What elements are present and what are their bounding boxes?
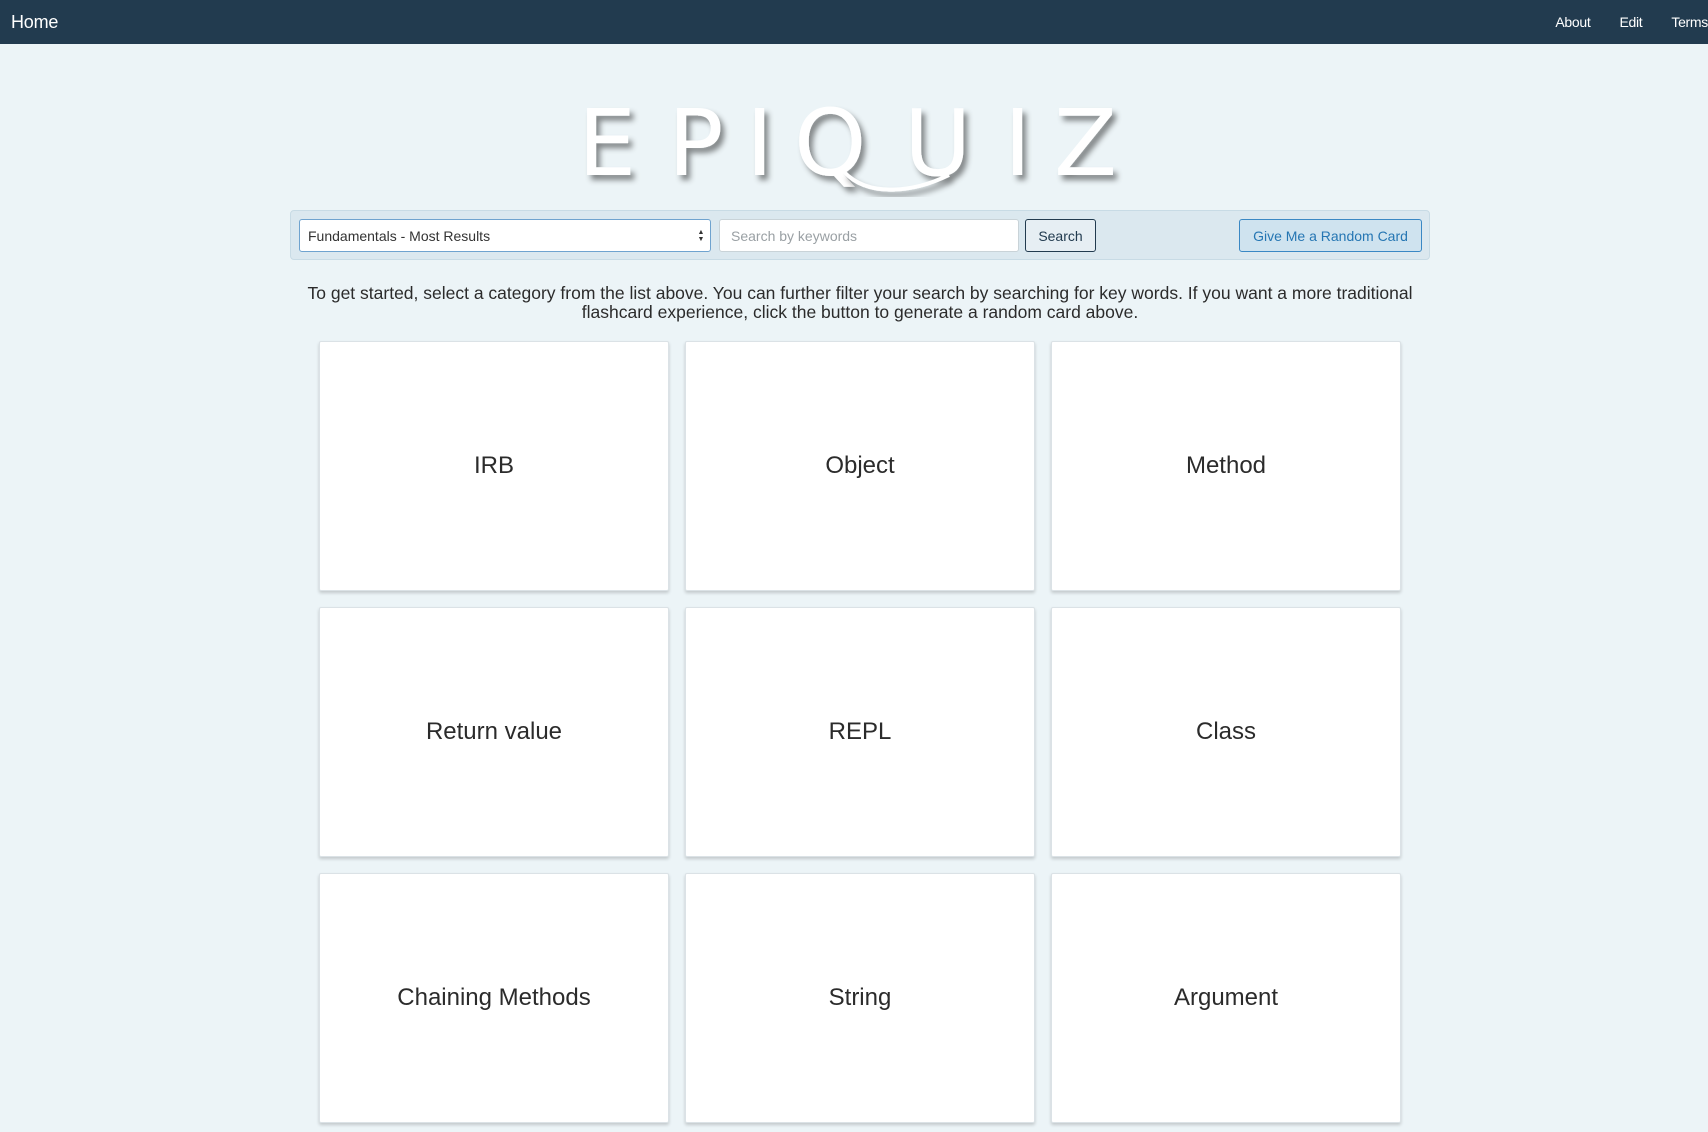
logo-letter-i2: I xyxy=(1004,90,1031,197)
terms-link[interactable]: Terms xyxy=(1671,14,1708,30)
epiquiz-logo: E P I Q U I Z xyxy=(0,80,1708,210)
card-label: Argument xyxy=(1173,984,1279,1011)
about-link[interactable]: About xyxy=(1555,14,1590,30)
card-class[interactable]: Class xyxy=(1051,607,1401,857)
edit-link[interactable]: Edit xyxy=(1619,14,1642,30)
card-chaining-methods[interactable]: Chaining Methods xyxy=(319,873,669,1123)
search-input[interactable] xyxy=(719,219,1019,252)
category-select[interactable]: Fundamentals - Most Results ▲ ▼ xyxy=(299,219,711,252)
card-method[interactable]: Method xyxy=(1051,341,1401,591)
logo-letter-z: Z xyxy=(1054,90,1117,197)
card-label: Class xyxy=(1195,718,1256,745)
search-toolbar: Fundamentals - Most Results ▲▼ Search Gi… xyxy=(290,210,1430,260)
top-navbar: Home About Edit Terms xyxy=(0,0,1708,44)
random-card-button[interactable]: Give Me a Random Card xyxy=(1239,219,1422,252)
intro-text: To get started, select a category from t… xyxy=(307,283,1413,322)
card-label: IRB xyxy=(473,452,514,479)
card-label: REPL xyxy=(828,718,892,745)
category-select-value: Fundamentals - Most Results xyxy=(308,227,491,244)
card-label: Return value xyxy=(425,718,563,745)
nav-links: About Edit Terms xyxy=(1526,0,1708,44)
card-irb[interactable]: IRB xyxy=(319,341,669,591)
card-argument[interactable]: Argument xyxy=(1051,873,1401,1123)
card-repl[interactable]: REPL xyxy=(685,607,1035,857)
logo-letter-e: E xyxy=(578,90,636,197)
card-label: Object xyxy=(825,452,895,479)
card-label: Method xyxy=(1185,452,1267,479)
logo-svg: E P I Q U I Z xyxy=(578,90,1117,197)
logo-letter-p: P xyxy=(668,90,723,197)
card-grid: IRB Object Method Return value REPL Clas… xyxy=(319,341,1402,1123)
card-string[interactable]: String xyxy=(685,873,1035,1123)
logo-letter-i1: I xyxy=(746,90,773,197)
search-button[interactable]: Search xyxy=(1025,219,1096,252)
card-object[interactable]: Object xyxy=(685,341,1035,591)
card-return-value[interactable]: Return value xyxy=(319,607,669,857)
card-label: String xyxy=(828,984,892,1011)
home-link[interactable]: Home xyxy=(11,12,58,33)
card-label: Chaining Methods xyxy=(397,984,591,1011)
select-arrows-icon: ▲ ▼ xyxy=(697,229,705,243)
